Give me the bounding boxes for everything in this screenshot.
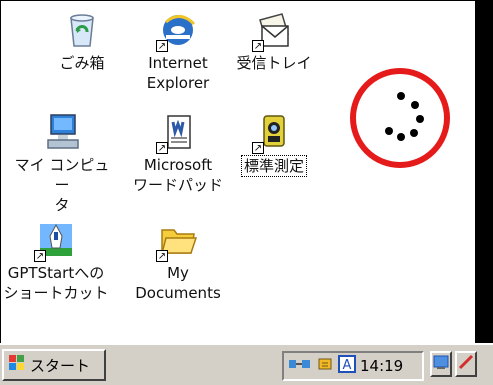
windows-logo-icon	[8, 354, 26, 376]
my-computer-icon	[42, 112, 82, 152]
internet-explorer-label: Internet Explorer	[146, 54, 210, 92]
wordpad[interactable]: ↗ Microsoft ワードパッド	[128, 112, 228, 195]
my-documents-folder-icon: ↗	[156, 220, 198, 262]
taskbar: スタート A 14:19	[0, 343, 493, 385]
system-tray: A 14:19	[282, 351, 424, 381]
inbox-icon: ↗	[252, 10, 294, 52]
screen-edge	[475, 0, 493, 385]
pen-icon[interactable]	[455, 351, 477, 377]
gptstart-shortcut-label: GPTStartへの ショートカット	[3, 264, 109, 302]
network-icon[interactable]	[288, 354, 312, 378]
my-computer[interactable]: マイ コンピュー タ	[12, 112, 112, 215]
recycle-bin-icon	[62, 10, 102, 50]
shortcut-arrow-icon: ↗	[252, 40, 264, 52]
my-documents-label: My Documents	[135, 264, 221, 302]
loading-spinner-icon	[350, 68, 450, 168]
inbox-label: 受信トレイ	[236, 54, 312, 72]
desktop-screen: ごみ箱 ↗ Internet Explorer ↗ 受信トレイ マイ コンピュー…	[0, 0, 493, 385]
my-documents[interactable]: ↗ My Documents	[128, 220, 228, 303]
internet-explorer-icon: ↗	[156, 10, 198, 52]
clock: 14:19	[360, 357, 404, 375]
input-method-icon[interactable]	[316, 354, 334, 378]
gptstart-shortcut[interactable]: ↗ GPTStartへの ショートカット	[0, 220, 112, 303]
shortcut-arrow-icon: ↗	[156, 142, 168, 154]
standard-measurement-label: 標準測定	[240, 155, 307, 177]
recycle-bin-label: ごみ箱	[59, 54, 105, 72]
standard-measurement[interactable]: ↗ 標準測定	[224, 112, 324, 177]
wordpad-icon: ↗	[156, 112, 198, 154]
survey-instrument-icon: ↗	[252, 112, 294, 154]
my-computer-label: マイ コンピュー タ	[14, 156, 110, 214]
svg-text:A: A	[343, 358, 352, 373]
wordpad-label: Microsoft ワードパッド	[132, 156, 223, 194]
keyboard-a-icon[interactable]: A	[338, 354, 356, 378]
recycle-bin[interactable]: ごみ箱	[32, 10, 132, 73]
start-label: スタート	[30, 356, 91, 375]
shortcut-arrow-icon: ↗	[34, 250, 46, 262]
start-button[interactable]: スタート	[2, 349, 106, 381]
internet-explorer[interactable]: ↗ Internet Explorer	[128, 10, 228, 93]
shortcut-arrow-icon: ↗	[252, 142, 264, 154]
desktop-icon[interactable]	[430, 351, 452, 377]
inbox[interactable]: ↗ 受信トレイ	[224, 10, 324, 73]
shortcut-arrow-icon: ↗	[156, 40, 168, 52]
gptstart-shortcut-icon: ↗	[34, 220, 76, 262]
shortcut-arrow-icon: ↗	[156, 250, 168, 262]
